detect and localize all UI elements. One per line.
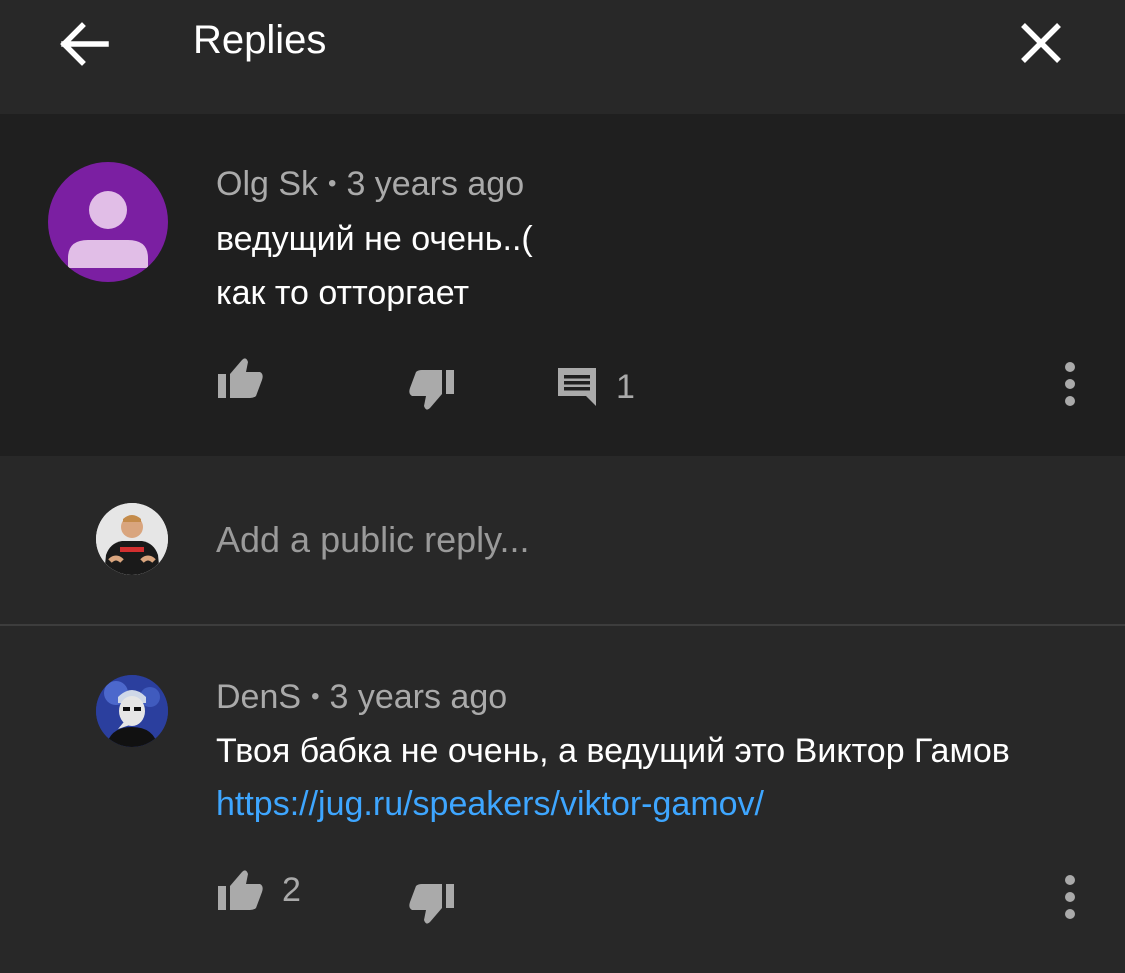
like-button[interactable]: [216, 356, 264, 400]
default-user-icon: [68, 191, 148, 268]
dislike-button[interactable]: [408, 368, 456, 412]
reply-like-button[interactable]: 2: [216, 868, 301, 912]
more-vert-icon: [1065, 362, 1075, 406]
back-button[interactable]: [52, 14, 116, 74]
reply-meta: DenS • 3 years ago: [216, 677, 507, 717]
meta-separator: •: [328, 170, 337, 197]
comment-text-line-2: как то отторгает: [216, 274, 470, 312]
author-name[interactable]: Olg Sk: [216, 165, 318, 203]
comment-meta: Olg Sk • 3 years ago: [216, 164, 524, 204]
reply-composer: [0, 456, 1125, 624]
reply-link[interactable]: https://jug.ru/speakers/viktor-gamov/: [216, 777, 764, 831]
close-icon: [1021, 23, 1061, 63]
reply-time: 3 years ago: [329, 678, 508, 716]
more-vert-icon: [1065, 875, 1075, 919]
user-avatar[interactable]: [96, 503, 168, 575]
thumbs-down-icon: [409, 884, 454, 924]
parent-comment: Olg Sk • 3 years ago ведущий не очень..( к…: [0, 114, 1125, 456]
reply-count-button[interactable]: 1: [556, 366, 635, 408]
replies-screen: Replies Olg Sk • 3 years ago ведущий не оч…: [0, 0, 1125, 973]
reply-dislike-button[interactable]: [408, 882, 456, 926]
comment-text-line-1: ведущий не очень..(: [216, 220, 533, 258]
user-photo-icon: [96, 503, 168, 575]
avatar[interactable]: [48, 162, 168, 282]
reply-author-avatar[interactable]: [96, 675, 168, 747]
thumbs-down-icon: [409, 370, 454, 410]
reply-text: Твоя бабка не очень, а ведущий это Викто…: [216, 732, 1010, 770]
reply-author-name[interactable]: DenS: [216, 678, 301, 716]
reply-count: 1: [616, 367, 635, 406]
thumbs-up-icon: [218, 870, 263, 910]
header-bar: Replies: [0, 0, 1125, 114]
divider: [0, 624, 1125, 626]
reply-more-options-button[interactable]: [1050, 867, 1090, 927]
arrow-left-icon: [60, 22, 109, 66]
comment-icon: [558, 368, 596, 406]
reply-input[interactable]: [216, 514, 1076, 566]
comment-time: 3 years ago: [346, 165, 525, 203]
meta-separator: •: [311, 683, 320, 710]
thumbs-up-icon: [218, 358, 263, 398]
like-count: 2: [282, 870, 301, 909]
close-button[interactable]: [1010, 12, 1072, 74]
page-title: Replies: [193, 18, 327, 62]
user-photo-icon: [96, 675, 168, 747]
more-options-button[interactable]: [1050, 354, 1090, 414]
